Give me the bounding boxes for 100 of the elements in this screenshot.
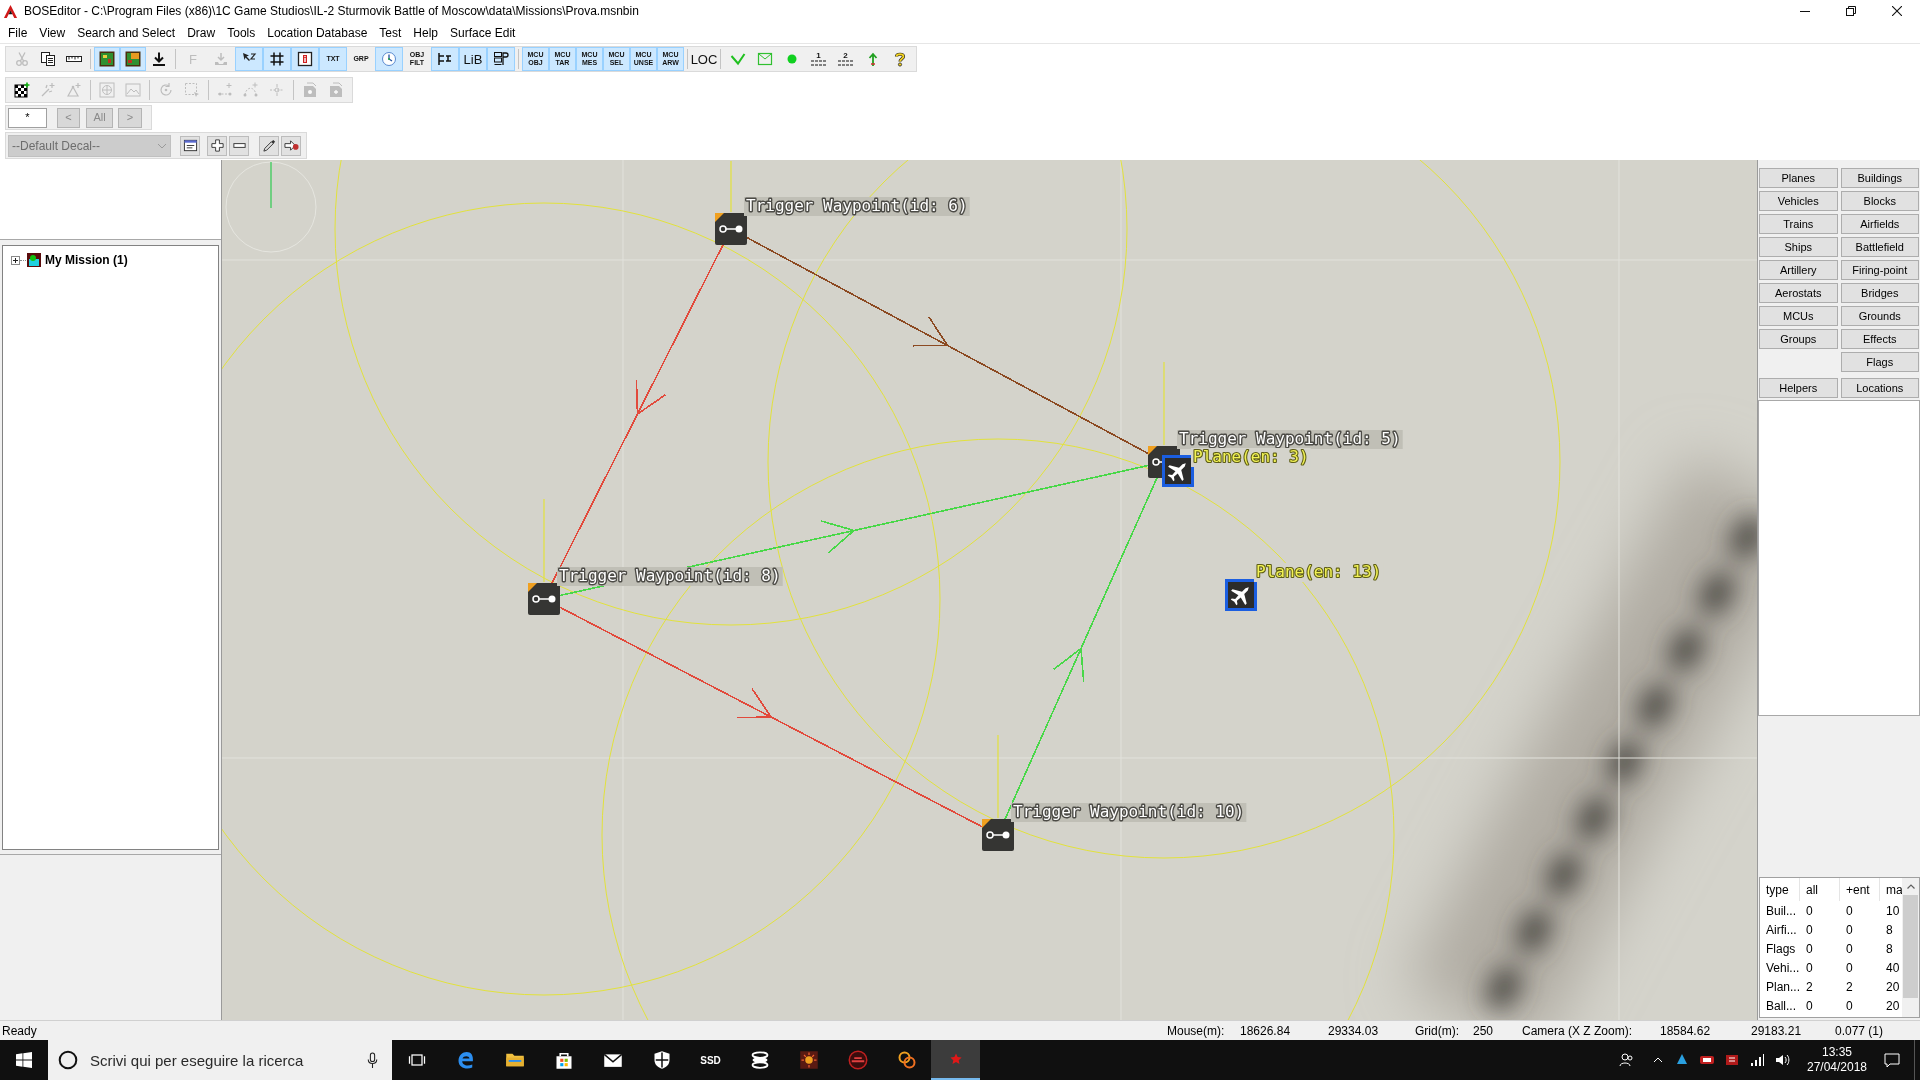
expand-icon[interactable] (11, 255, 20, 265)
panel-button[interactable]: Locations (1840, 378, 1919, 398)
toolbar-button[interactable]: LiB (459, 47, 487, 71)
search-field[interactable]: Scrivi qui per eseguire la ricerca (48, 1040, 392, 1080)
microphone-icon (367, 1051, 378, 1069)
category-button[interactable]: Grounds (1840, 306, 1919, 326)
toolbar-button[interactable]: LOC (691, 47, 717, 71)
category-button[interactable]: Groups (1759, 329, 1838, 349)
waypoint-label: Trigger Waypoint(id: 8) (559, 566, 781, 585)
table-cell-text: 10 (1885, 902, 1901, 920)
app-logo-icon (3, 3, 18, 19)
category-button[interactable]: Battlefield (1840, 237, 1919, 257)
column-header[interactable]: +ent (1840, 878, 1880, 901)
status-label: Grid(m): (1415, 1022, 1460, 1040)
window-title: BOSEditor - C:\Program Files (x86)\1C Game Studios\IL-2 Sturmovik Battle of Moscow\data\Missions\Prova.msnbin (24, 3, 639, 20)
panel-button[interactable]: Helpers (1759, 378, 1838, 398)
category-button[interactable]: Buildings (1840, 168, 1919, 188)
menu-item[interactable]: Help (407, 23, 444, 42)
lines-icon (810, 60, 827, 66)
category-button[interactable]: Aerostats (1759, 283, 1838, 303)
category-button[interactable]: Bridges (1840, 283, 1919, 303)
menu-item[interactable]: Surface Edit (444, 23, 522, 42)
category-button[interactable]: Artillery (1759, 260, 1838, 280)
windows-logo-icon (16, 1052, 32, 1068)
toolbar-button[interactable] (94, 47, 120, 71)
status-value: 250 (1473, 1022, 1495, 1040)
column-header[interactable]: all (1800, 878, 1840, 901)
disk-stack-icon (749, 1050, 770, 1070)
tree-item[interactable]: My Mission (1) (45, 251, 128, 269)
category-button[interactable]: Flags (1840, 352, 1919, 372)
toolbar-button[interactable] (487, 47, 515, 71)
scrollbar-thumb[interactable] (1903, 895, 1918, 998)
decal-tool-button[interactable] (281, 135, 301, 156)
table-cell-text: 0 (1845, 921, 1854, 939)
table-cell-text: Airfi... (1765, 921, 1798, 939)
network-icon[interactable] (1749, 1052, 1765, 1068)
table-cell-text: 20 (1885, 978, 1901, 996)
minimize-icon (1800, 10, 1810, 12)
status-value: 29334.03 (1328, 1022, 1380, 1040)
column-header[interactable]: type (1760, 878, 1800, 901)
status-label: Mouse(m): (1167, 1022, 1226, 1040)
menu-item[interactable]: View (33, 23, 72, 42)
mission-icon (27, 253, 41, 267)
table-cell-text: 0 (1805, 997, 1814, 1015)
menu-item[interactable]: Tools (221, 23, 262, 42)
category-button[interactable]: Trains (1759, 214, 1838, 234)
menu-item[interactable]: Test (373, 23, 408, 42)
table-cell-text: 8 (1885, 940, 1894, 958)
filter-button[interactable]: * (8, 107, 47, 128)
menu-item[interactable]: Search and Select (71, 23, 182, 42)
curve-icon (243, 82, 259, 98)
plane-label: Plane(en: 13) (1256, 562, 1382, 581)
menu-item[interactable]: Draw (181, 23, 222, 42)
status-value: 18584.62 (1660, 1022, 1712, 1040)
column-header[interactable]: ma (1880, 878, 1902, 901)
search-input[interactable]: Scrivi qui per eseguire la ricerca (90, 1048, 367, 1072)
clock[interactable]: 13:35 27/04/2018 (1804, 1040, 1870, 1080)
decal-tool-button[interactable] (259, 135, 279, 156)
eyedropper-icon (261, 138, 277, 153)
category-button[interactable]: Planes (1759, 168, 1838, 188)
category-button[interactable]: Airfields (1840, 214, 1919, 234)
plus-icon (209, 138, 225, 153)
table-cell-text: 20 (1885, 997, 1901, 1015)
scrollbar[interactable] (1902, 878, 1919, 1017)
toolbar-button[interactable]: 2 (832, 47, 859, 71)
table-cell-text: 2 (1805, 978, 1814, 996)
table-cell-text: 8 (1885, 921, 1894, 939)
toolbar-button[interactable] (235, 47, 263, 71)
category-button[interactable]: MCUs (1759, 306, 1838, 326)
toolbar-button[interactable] (120, 47, 146, 71)
download-icon (151, 51, 167, 67)
table-cell-text: Vehi... (1765, 959, 1800, 977)
clock-time: 13:35 (1822, 1045, 1852, 1060)
taskbar-app[interactable]: SSD (686, 1040, 735, 1080)
checkmark-icon (729, 51, 746, 67)
document-icon[interactable] (1724, 1052, 1740, 1068)
category-button[interactable]: Vehicles (1759, 191, 1838, 211)
category-button[interactable]: Effects (1840, 329, 1919, 349)
people-icon[interactable] (1619, 1052, 1635, 1068)
decal-tool-button[interactable] (207, 135, 227, 156)
category-button[interactable]: Firing-point (1840, 260, 1919, 280)
map-icon (125, 51, 141, 67)
map-icon (99, 51, 115, 67)
decal-tool-button[interactable] (180, 135, 200, 156)
arrow-icon (283, 138, 299, 153)
menu-item[interactable]: File (2, 23, 34, 42)
menu-item[interactable]: Location Database (261, 23, 374, 42)
envelope-icon (756, 51, 773, 67)
toolbar-button[interactable] (263, 47, 291, 71)
status-message: Ready (1, 1022, 38, 1040)
scissors-icon (14, 51, 30, 67)
copy-icon (40, 51, 56, 67)
category-button[interactable]: Blocks (1840, 191, 1919, 211)
category-button[interactable]: Ships (1759, 237, 1838, 257)
toolbar-button[interactable] (291, 47, 319, 71)
decal-tool-button[interactable] (229, 135, 249, 156)
toolbar-button[interactable] (431, 47, 459, 71)
speaker-icon[interactable] (1774, 1052, 1790, 1068)
chevron-down-icon (157, 142, 167, 149)
toolbar-button[interactable]: 1 (805, 47, 832, 71)
